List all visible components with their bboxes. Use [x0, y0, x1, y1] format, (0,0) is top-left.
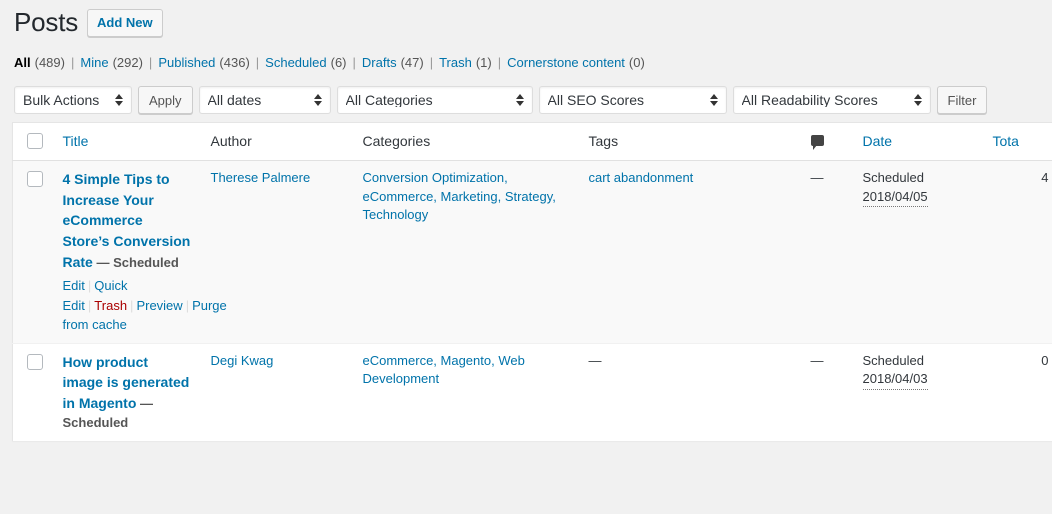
status-filter-scheduled-count: (6)	[330, 54, 347, 70]
row-title-cell: 4 Simple Tips to Increase Your eCommerce…	[53, 160, 227, 343]
category-filter-select[interactable]: All Categories	[336, 86, 533, 115]
column-header-author: Author	[200, 122, 353, 161]
column-header-categories: Categories	[352, 122, 579, 161]
status-filter-all-label[interactable]: All	[14, 50, 31, 76]
row-date-cell: Scheduled 2018/04/05	[853, 160, 983, 343]
post-author-link[interactable]: Degi Kwag	[211, 353, 274, 368]
row-total-cell: 0	[982, 342, 1052, 441]
row-categories-cell: eCommerce, Magento, Web Development	[352, 342, 579, 441]
status-filter-all-count: (489)	[34, 54, 65, 70]
status-filter-cornerstone[interactable]: Cornerstone content (0)	[507, 50, 645, 76]
apply-button[interactable]: Apply	[138, 86, 193, 115]
row-checkbox-cell[interactable]	[12, 342, 53, 441]
row-title-wrap: 4 Simple Tips to Increase Your eCommerce…	[63, 169, 191, 273]
status-filter-drafts-count: (47)	[400, 54, 424, 70]
status-filter-drafts-label[interactable]: Drafts	[362, 50, 397, 76]
column-header-title[interactable]: Title	[52, 122, 201, 161]
row-action-preview[interactable]: Preview	[136, 298, 182, 313]
row-tags-cell: —	[578, 342, 801, 441]
row-comments-cell: —	[810, 169, 824, 185]
post-state-label: — Scheduled	[96, 255, 179, 271]
row-title-cell: How product image is generated in Magent…	[52, 342, 201, 441]
row-categories-cell: Conversion Optimization, eCommerce, Mark…	[353, 160, 579, 343]
status-filter-mine-count: (292)	[112, 54, 143, 70]
status-filter-scheduled-label[interactable]: Scheduled	[265, 50, 326, 76]
filter-button[interactable]: Filter	[936, 86, 988, 115]
post-categories-links[interactable]: eCommerce, Magento, Web Development	[363, 353, 525, 387]
table-row: 4 Simple Tips to Increase Your eCommerce…	[12, 160, 1052, 344]
post-title-link[interactable]: How product image is generated in Magent…	[63, 354, 190, 412]
add-new-button[interactable]: Add New	[87, 8, 163, 38]
row-author-cell: Therese Palmere	[201, 160, 353, 343]
page-title: Posts	[14, 7, 79, 37]
status-filter-published-count: (436)	[219, 54, 250, 70]
column-header-total-link[interactable]: Tota	[993, 133, 1019, 149]
date-filter-select-wrap[interactable]: All dates	[198, 86, 331, 115]
row-total-cell: 4	[1041, 169, 1049, 185]
status-filter-all[interactable]: All (489) |	[14, 50, 80, 76]
readability-score-filter-select[interactable]: All Readability Scores	[732, 86, 931, 115]
status-filter-trash[interactable]: Trash (1) |	[439, 50, 507, 76]
column-header-date[interactable]: Date	[852, 122, 983, 161]
column-header-total[interactable]: Tota	[982, 122, 1052, 161]
nav-separator: |	[70, 54, 75, 70]
status-filter-mine-label[interactable]: Mine	[80, 50, 108, 76]
readability-score-filter-select-wrap[interactable]: All Readability Scores	[732, 86, 931, 115]
nav-separator: |	[352, 54, 356, 70]
date-filter-select[interactable]: All dates	[198, 86, 331, 115]
page-header: Posts Add New	[0, 0, 1052, 40]
row-select-checkbox[interactable]	[27, 170, 43, 187]
status-filter-trash-count: (1)	[475, 54, 492, 70]
column-header-title-link[interactable]: Title	[63, 133, 89, 149]
post-date-status: Scheduled	[862, 169, 924, 185]
category-filter-select-wrap[interactable]: All Categories	[336, 86, 533, 115]
posts-table-body: 4 Simple Tips to Increase Your eCommerce…	[12, 160, 1052, 441]
row-action-edit[interactable]: Edit	[63, 278, 85, 293]
row-tags-cell: cart abandonment	[579, 160, 801, 343]
status-filter-cornerstone-count: (0)	[628, 54, 645, 70]
nav-separator: |	[255, 54, 260, 70]
select-all-header[interactable]	[12, 122, 53, 161]
status-filter-trash-label[interactable]: Trash	[439, 50, 472, 76]
nav-separator: |	[148, 54, 153, 70]
post-status-nav: All (489) | Mine (292) | Published (436)…	[0, 50, 1052, 76]
status-filter-cornerstone-label[interactable]: Cornerstone content	[507, 50, 625, 76]
row-title-wrap: How product image is generated in Magent…	[63, 352, 191, 433]
row-date-cell: Scheduled 2018/04/03	[852, 342, 983, 441]
column-header-tags: Tags	[578, 122, 801, 161]
table-row: How product image is generated in Magent…	[12, 342, 1052, 441]
select-all-checkbox[interactable]	[27, 132, 43, 149]
post-author-link[interactable]: Therese Palmere	[211, 170, 311, 185]
comment-bubble-icon	[810, 135, 824, 151]
row-select-checkbox[interactable]	[27, 353, 43, 370]
row-action-trash[interactable]: Trash	[94, 298, 127, 313]
table-header-row: Title Author Categories Tags Date Tota	[12, 122, 1052, 161]
row-actions: Edit | Quick Edit | Trash | Preview | Purge from…	[62, 278, 227, 333]
post-tags-links[interactable]: cart abandonment	[589, 170, 694, 185]
posts-table-head: Title Author Categories Tags Date Tota	[12, 122, 1052, 161]
status-filter-drafts[interactable]: Drafts (47) |	[362, 50, 439, 76]
posts-table: Title Author Categories Tags Date Tota 4…	[12, 121, 1052, 441]
column-header-comments[interactable]	[800, 122, 853, 161]
nav-separator: |	[429, 54, 434, 70]
column-header-date-link[interactable]: Date	[863, 133, 893, 149]
row-comments-cell: —	[800, 342, 853, 441]
table-navigation-top: Bulk Actions Apply All dates All Categor…	[0, 76, 1052, 117]
seo-score-filter-select-wrap[interactable]: All SEO Scores	[538, 86, 727, 115]
status-filter-published[interactable]: Published (436) |	[158, 50, 265, 76]
row-author-cell: Degi Kwag	[200, 342, 353, 441]
status-filter-published-label[interactable]: Published	[158, 50, 215, 76]
post-date-value: 2018/04/03	[862, 370, 928, 391]
bulk-actions-select-wrap[interactable]: Bulk Actions	[14, 86, 132, 115]
nav-separator: |	[497, 54, 502, 70]
status-filter-mine[interactable]: Mine (292) |	[80, 50, 158, 76]
status-filter-scheduled[interactable]: Scheduled (6) |	[265, 50, 362, 76]
row-checkbox-cell[interactable]	[13, 160, 53, 343]
bulk-actions-select[interactable]: Bulk Actions	[14, 86, 132, 115]
seo-score-filter-select[interactable]: All SEO Scores	[538, 86, 727, 115]
post-date-status: Scheduled	[862, 352, 924, 368]
post-categories-links[interactable]: Conversion Optimization, eCommerce, Mark…	[363, 170, 556, 223]
post-date-value: 2018/04/05	[862, 188, 928, 208]
